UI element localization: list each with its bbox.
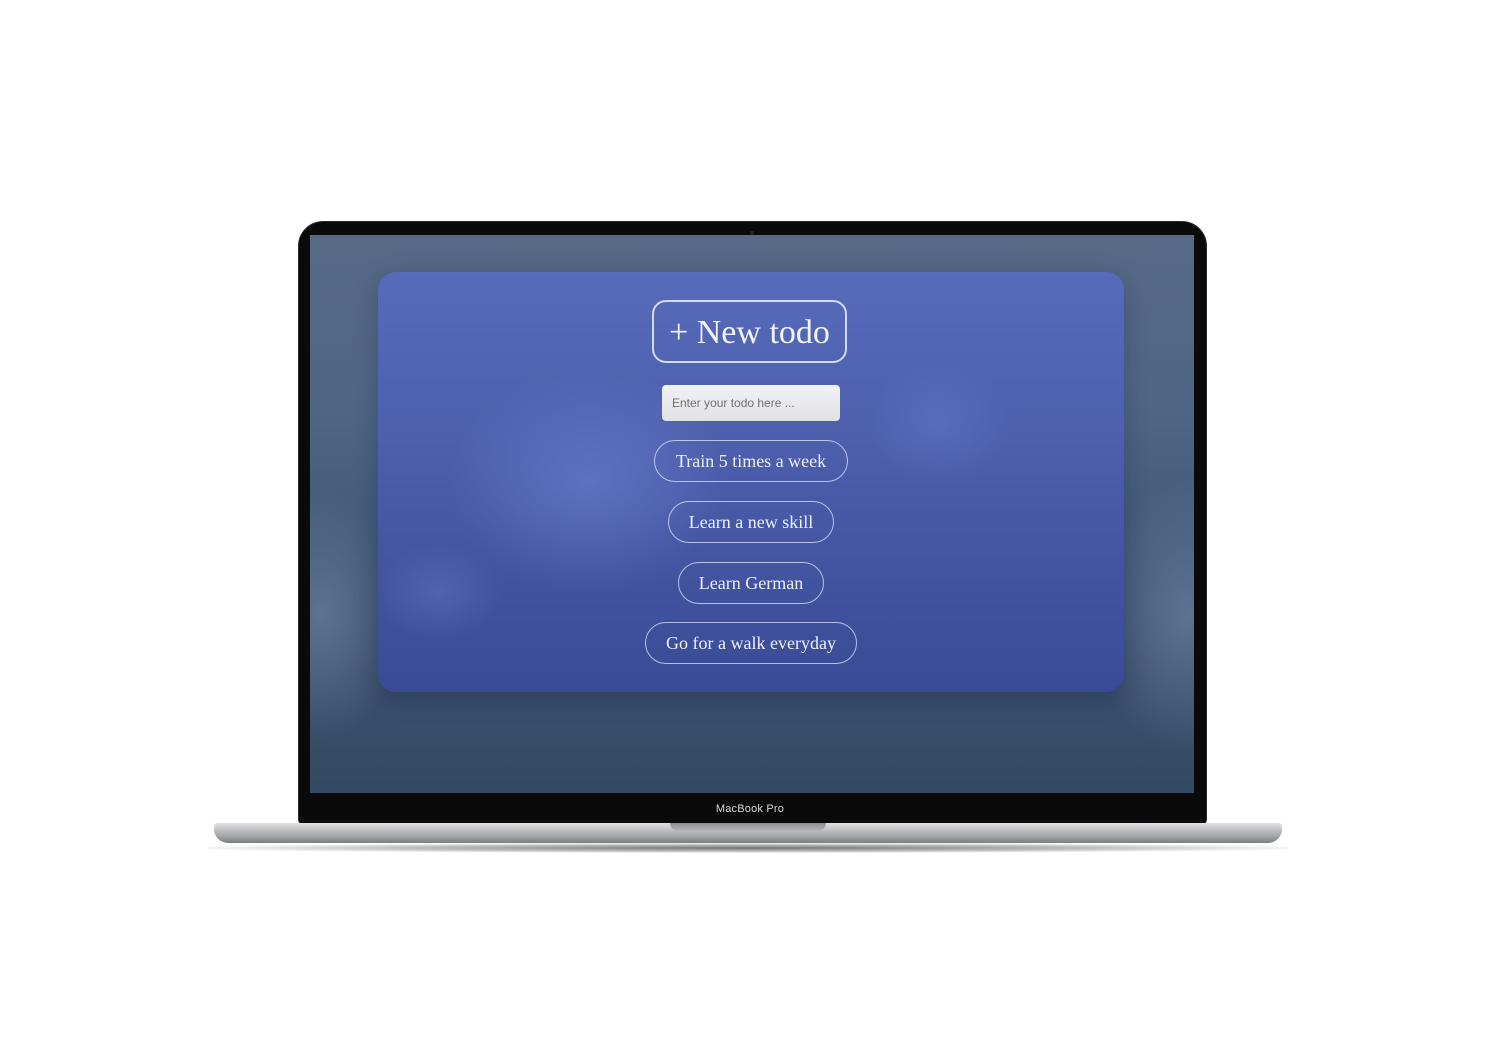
todo-item[interactable]: Learn German <box>678 562 824 604</box>
laptop-brand-label: MacBook Pro <box>715 803 785 815</box>
todo-input[interactable] <box>662 385 840 421</box>
laptop-screen: + New todo Train 5 times a week Learn a … <box>310 235 1194 793</box>
todo-app-card: + New todo Train 5 times a week Learn a … <box>378 272 1124 692</box>
new-todo-button[interactable]: + New todo <box>652 300 847 363</box>
todo-item[interactable]: Go for a walk everyday <box>645 622 857 664</box>
laptop-base-notch <box>670 823 826 831</box>
todo-item[interactable]: Train 5 times a week <box>654 440 848 482</box>
todo-item[interactable]: Learn a new skill <box>668 501 834 543</box>
laptop-shadow <box>208 843 1288 853</box>
